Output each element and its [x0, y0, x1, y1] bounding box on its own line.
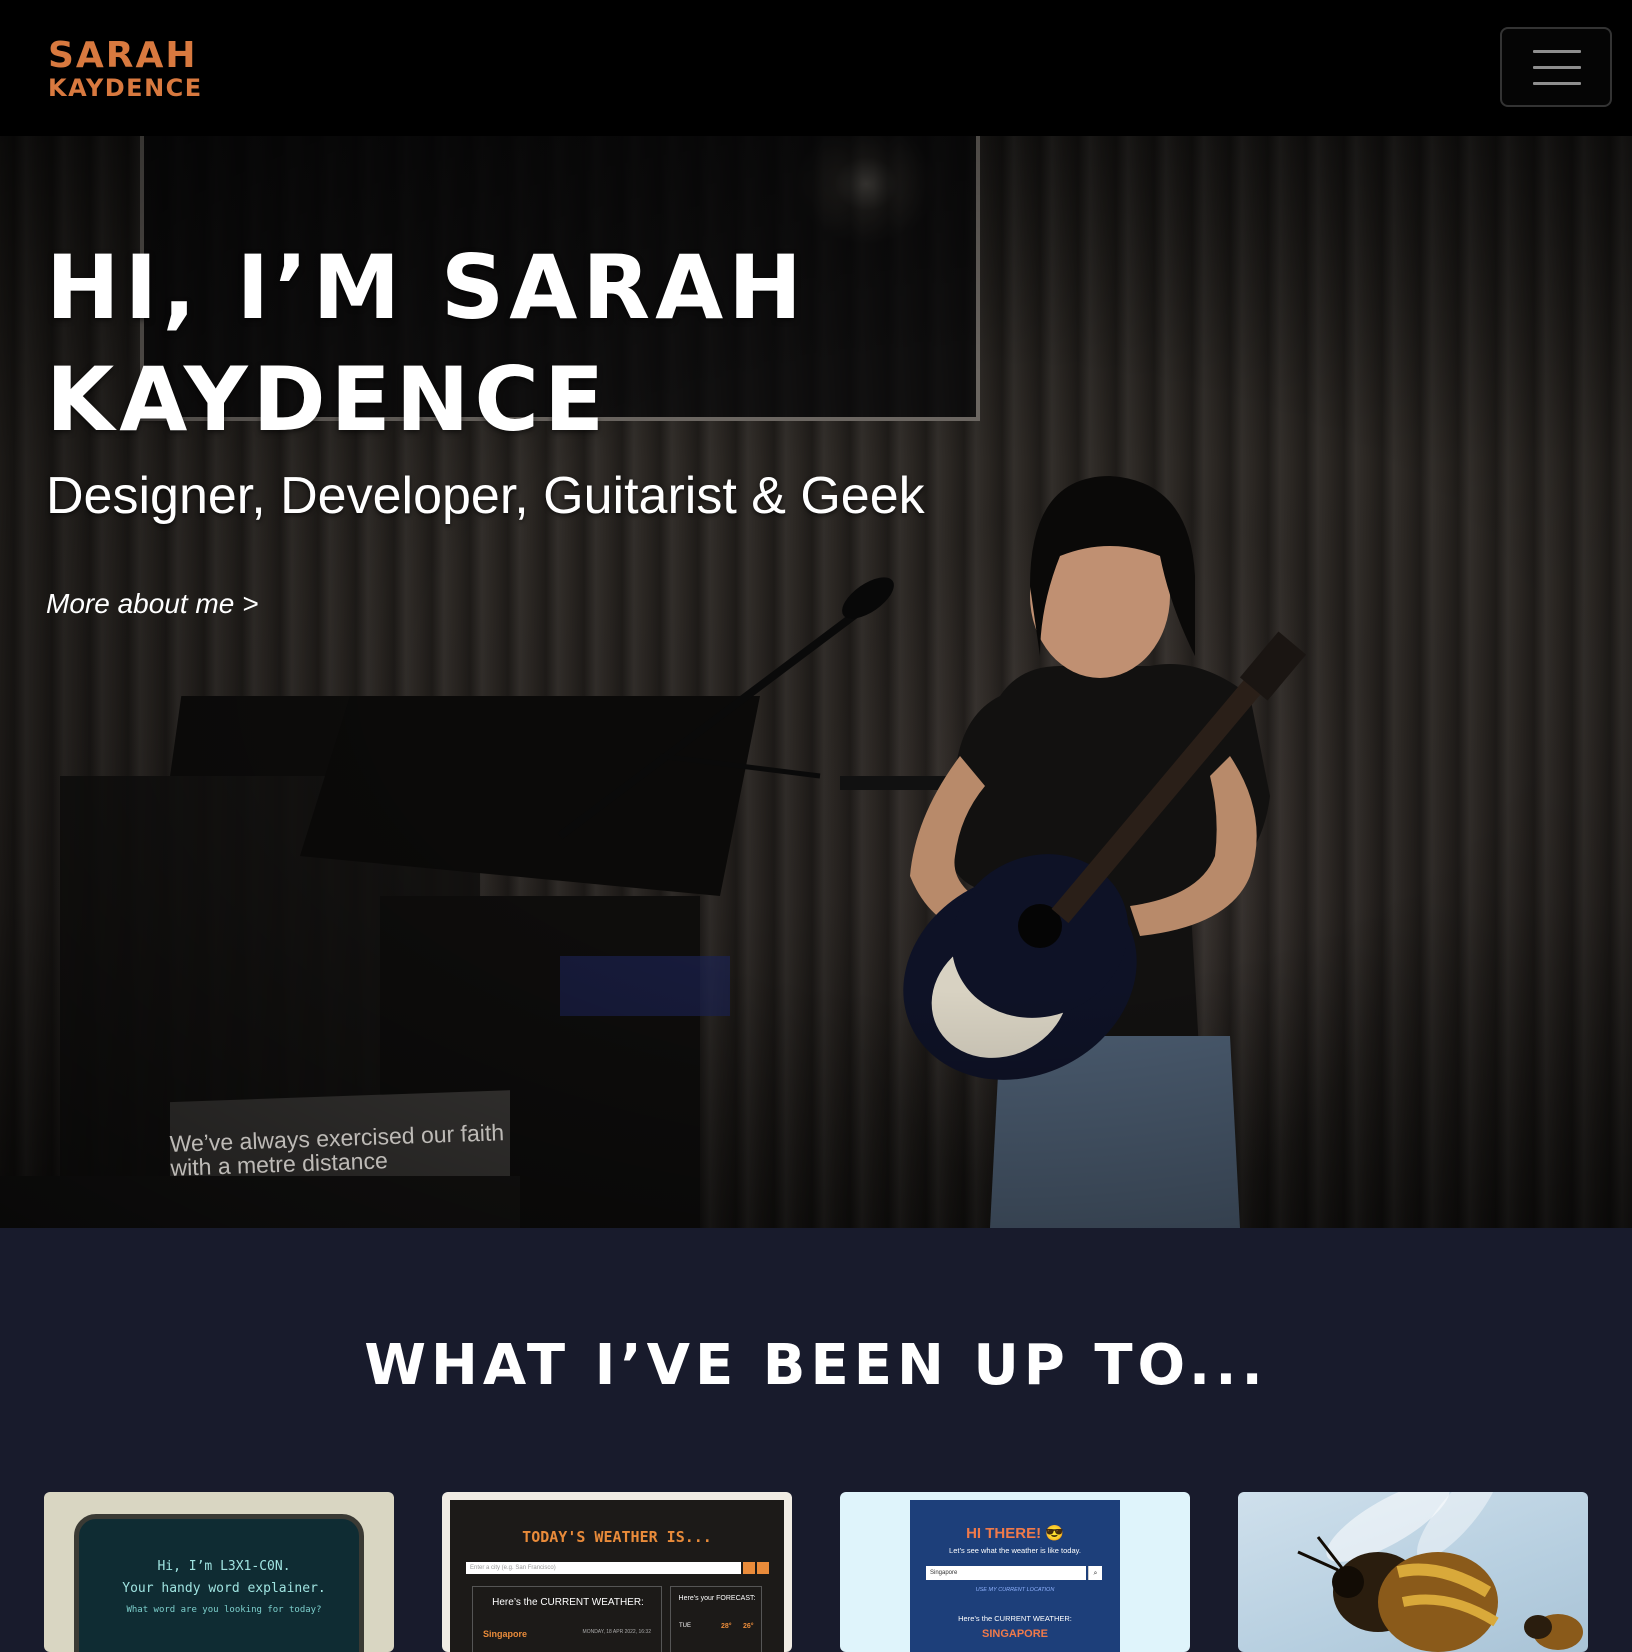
search-icon	[743, 1562, 755, 1574]
navbar: SARAH KAYDENCE	[0, 0, 1632, 136]
hero-text: Hi, I’m Sarah Kaydence Designer, Develop…	[46, 232, 925, 620]
retro-monitor-screenshot: Hi, I’m L3X1-C0N. Your handy word explai…	[74, 1514, 364, 1652]
card-3-title: HI THERE! 😎	[966, 1525, 1064, 1542]
logo-line-2: KAYDENCE	[48, 74, 203, 102]
card-1-line-2: Your handy word explainer.	[122, 1581, 326, 1596]
hamburger-menu-icon-bar	[1533, 66, 1581, 69]
card-2-forecast-label: Here’s your FORECAST:	[678, 1595, 756, 1602]
card-2-current-label: Here’s the CURRENT WEATHER:	[492, 1597, 644, 1608]
weather-app-screenshot: TODAY'S WEATHER IS... Enter a city (e.g.…	[450, 1500, 784, 1652]
card-3-city: SINGAPORE	[981, 1628, 1048, 1640]
location-arrow-icon	[757, 1562, 769, 1574]
card-1-line-3: What word are you looking for today?	[126, 1605, 322, 1615]
card-2-forecast-low: 26°	[743, 1623, 754, 1630]
card-3-subtitle: Let’s see what the weather is like today…	[949, 1546, 1081, 1555]
card-1-line-1: Hi, I’m L3X1-C0N.	[157, 1559, 291, 1574]
card-3-search-input: Singapore	[926, 1566, 1086, 1580]
project-card-bee[interactable]	[1238, 1492, 1588, 1652]
hamburger-menu-icon	[1533, 50, 1581, 53]
hero-title-line-2: Kaydence	[46, 348, 610, 451]
card-2-forecast-high: 28°	[721, 1623, 732, 1630]
card-2-search-input: Enter a city (e.g. San Francisco)	[466, 1562, 741, 1574]
card-3-current-label: Here’s the CURRENT WEATHER:	[958, 1614, 1072, 1623]
card-2-title: TODAY'S WEATHER IS...	[522, 1528, 712, 1546]
card-2-current-panel: Here’s the CURRENT WEATHER: Singapore MO…	[472, 1586, 662, 1652]
card-3-location-link: USE MY CURRENT LOCATION	[975, 1587, 1055, 1593]
project-card-weather-blue[interactable]: HI THERE! 😎 Let’s see what the weather i…	[840, 1492, 1190, 1652]
projects-section: What I’ve been up to... Hi, I’m L3X1-C0N…	[0, 1228, 1632, 1652]
card-2-forecast-panel: Here’s your FORECAST: TUE 28° 26°	[670, 1586, 762, 1652]
project-card-lexicon[interactable]: Hi, I’m L3X1-C0N. Your handy word explai…	[44, 1492, 394, 1652]
card-2-forecast-day: TUE	[679, 1623, 691, 1629]
hero-title-line-1: Hi, I’m Sarah	[46, 236, 807, 339]
search-icon: ⌕	[1088, 1566, 1102, 1580]
logo-line-1: SARAH	[48, 35, 198, 76]
card-2-city: Singapore	[483, 1629, 528, 1639]
site-logo[interactable]: SARAH KAYDENCE	[48, 35, 203, 102]
card-2-date: MONDAY, 18 APR 2022, 16:32	[582, 1629, 651, 1635]
hero-section: We’ve always exercised our faith with a …	[0, 136, 1632, 1228]
hero-title: Hi, I’m Sarah Kaydence	[46, 232, 925, 456]
weather-app-blue-screenshot: HI THERE! 😎 Let’s see what the weather i…	[910, 1500, 1120, 1652]
section-title: What I’ve been up to...	[364, 1333, 1268, 1398]
more-about-me-link[interactable]: More about me >	[46, 588, 258, 620]
hero-subtitle: Designer, Developer, Guitarist & Geek	[46, 467, 925, 525]
hamburger-menu-button[interactable]	[1500, 27, 1612, 107]
project-card-weather-dark[interactable]: TODAY'S WEATHER IS... Enter a city (e.g.…	[442, 1492, 792, 1652]
bee-photo	[1297, 1492, 1583, 1652]
hamburger-menu-icon-bar	[1533, 82, 1581, 85]
